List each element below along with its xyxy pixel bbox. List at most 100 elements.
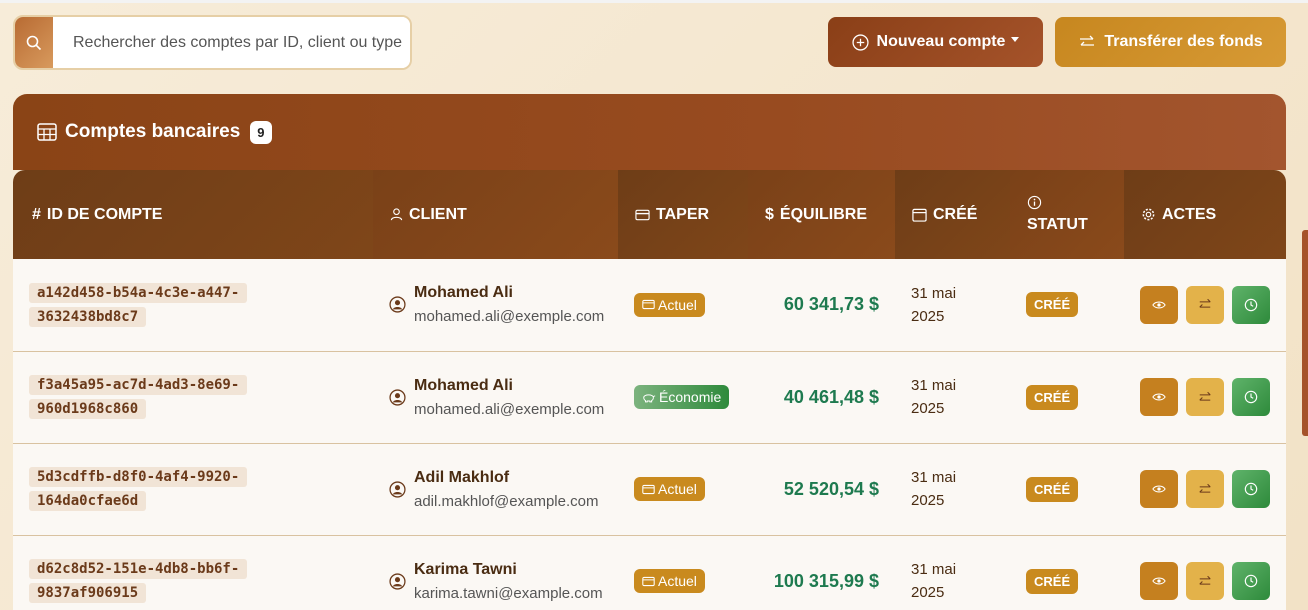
- view-account-button[interactable]: [1140, 562, 1178, 600]
- account-count-badge: 9: [250, 120, 272, 144]
- history-account-button[interactable]: [1232, 562, 1270, 600]
- status-cell: CRÉÉ: [1010, 443, 1124, 535]
- clock-icon: [1244, 390, 1258, 404]
- eye-icon: [1152, 577, 1166, 585]
- scrollbar-thumb[interactable]: [1302, 230, 1308, 436]
- accounts-table-wrapper: #ID DE COMPTE CLIENT TAPER $ÉQUILIBRE: [13, 170, 1286, 610]
- transfer-account-button[interactable]: [1186, 470, 1224, 508]
- user-circle-icon: [389, 572, 406, 590]
- created-date-line1: 31 mai: [911, 561, 957, 578]
- window-top-edge: [0, 0, 1308, 3]
- account-id-line1: 5d3cdffb-d8f0-4af4-9920-: [29, 467, 248, 487]
- balance-cell: 100 315,99 $: [773, 570, 879, 591]
- transfer-account-button[interactable]: [1186, 285, 1224, 324]
- transfer-funds-button[interactable]: Transférer des fonds: [1055, 17, 1286, 67]
- status-cell: CRÉÉ: [1010, 351, 1124, 443]
- account-type-badge: Actuel: [634, 292, 705, 317]
- account-type-label: Actuel: [658, 296, 697, 313]
- col-header-client[interactable]: CLIENT: [373, 170, 618, 259]
- search-icon: [26, 35, 42, 50]
- account-id-line1: a142d458-b54a-4c3e-a447-: [29, 282, 248, 303]
- status-badge: CRÉÉ: [1026, 384, 1079, 410]
- client-name: Adil Makhlof: [414, 468, 510, 486]
- client-email: adil.makhlof@example.com: [414, 492, 599, 510]
- actions-cell: [1124, 351, 1286, 443]
- table-row: 5d3cdffb-d8f0-4af4-9920- 164da0cfae6d Adi…: [13, 443, 1286, 535]
- account-type-badge: Actuel: [634, 477, 705, 501]
- balance-cell: 60 341,73 $: [783, 294, 879, 315]
- history-account-button[interactable]: [1232, 470, 1270, 508]
- dollar-icon: $: [765, 205, 774, 223]
- view-account-button[interactable]: [1140, 378, 1178, 416]
- account-type-label: Actuel: [658, 481, 697, 497]
- client-name: Mohamed Ali: [414, 284, 513, 302]
- history-account-button[interactable]: [1232, 285, 1270, 324]
- gear-icon: [1142, 208, 1155, 221]
- new-account-label: Nouveau compte: [876, 33, 1006, 50]
- created-date-line2: 2025: [911, 307, 945, 325]
- plus-circle-icon: [851, 33, 869, 51]
- client-email: mohamed.ali@exemple.com: [414, 400, 605, 418]
- col-header-id[interactable]: # ID DE COMPTE: [13, 170, 373, 259]
- hash-icon: #: [32, 205, 41, 223]
- eye-icon: [1152, 485, 1166, 493]
- card-icon: [642, 300, 655, 310]
- type-cell: Économie: [618, 351, 748, 443]
- card-icon: [642, 484, 655, 494]
- account-type-badge: Économie: [634, 385, 730, 409]
- col-header-balance[interactable]: $ ÉQUILIBRE: [748, 170, 895, 259]
- piggy-bank-icon: [643, 393, 656, 402]
- created-date-line2: 2025: [911, 584, 945, 601]
- eye-icon: [1152, 301, 1166, 309]
- account-id-line1: d62c8d52-151e-4db8-bb6f-: [29, 559, 248, 579]
- account-id-cell: f3a45a95-ac7d-4ad3-8e69- 960d1968c860: [13, 351, 373, 443]
- created-date-line1: 31 mai: [911, 469, 957, 486]
- actions-cell: [1124, 443, 1286, 535]
- transfer-account-button[interactable]: [1186, 378, 1224, 416]
- clock-icon: [1244, 298, 1258, 312]
- account-type-badge: Actuel: [634, 569, 705, 593]
- transfer-account-button[interactable]: [1186, 562, 1224, 600]
- info-icon: [1027, 195, 1042, 210]
- view-account-button[interactable]: [1140, 470, 1178, 508]
- transfer-arrows-icon: [1199, 299, 1211, 308]
- account-id-line2: 3632438bd8c7: [29, 306, 147, 327]
- accounts-table: #ID DE COMPTE CLIENT TAPER $ÉQUILIBRE: [13, 170, 1286, 610]
- client-email: karima.tawni@example.com: [414, 584, 603, 602]
- card-title: Comptes bancaires: [65, 121, 241, 142]
- col-header-created[interactable]: CRÉÉ: [895, 170, 1010, 259]
- search-input[interactable]: [53, 17, 410, 68]
- client-name: Mohamed Ali: [414, 376, 513, 394]
- account-id-cell: 5d3cdffb-d8f0-4af4-9920- 164da0cfae6d: [13, 443, 373, 535]
- account-id-line2: 9837af906915: [29, 583, 147, 603]
- transfer-arrows-icon: [1080, 35, 1095, 46]
- transfer-arrows-icon: [1199, 391, 1211, 401]
- type-cell: Actuel: [618, 259, 748, 351]
- client-cell: Adil Makhlof adil.makhlof@example.com: [373, 443, 618, 535]
- client-cell: Mohamed Ali mohamed.ali@exemple.com: [373, 259, 618, 351]
- table-row: f3a45a95-ac7d-4ad3-8e69- 960d1968c860 Moh…: [13, 351, 1286, 443]
- actions-cell: [1124, 535, 1286, 610]
- status-cell: CRÉÉ: [1010, 535, 1124, 610]
- card-icon: [642, 576, 655, 586]
- client-email: mohamed.ali@exemple.com: [414, 308, 605, 326]
- created-cell: 31 mai 2025: [895, 259, 1010, 351]
- type-cell: Actuel: [618, 443, 748, 535]
- new-account-button[interactable]: Nouveau compte: [828, 17, 1043, 67]
- table-row: a142d458-b54a-4c3e-a447- 3632438bd8c7 Moh…: [13, 259, 1286, 351]
- search-icon-addon: [15, 17, 53, 68]
- view-account-button[interactable]: [1140, 285, 1178, 324]
- history-account-button[interactable]: [1232, 378, 1270, 416]
- created-date-line2: 2025: [911, 400, 945, 417]
- calendar-icon: [912, 208, 927, 222]
- col-header-status[interactable]: STATUT: [1010, 170, 1124, 259]
- person-icon: [390, 208, 403, 221]
- clock-icon: [1244, 574, 1258, 588]
- accounts-card-header: Comptes bancaires 9: [13, 94, 1286, 170]
- created-cell: 31 mai 2025: [895, 443, 1010, 535]
- balance-cell: 52 520,54 $: [783, 478, 879, 499]
- col-header-type[interactable]: TAPER: [618, 170, 748, 259]
- account-type-label: Actuel: [658, 573, 697, 589]
- transfer-arrows-icon: [1199, 575, 1211, 585]
- user-circle-icon: [389, 296, 406, 313]
